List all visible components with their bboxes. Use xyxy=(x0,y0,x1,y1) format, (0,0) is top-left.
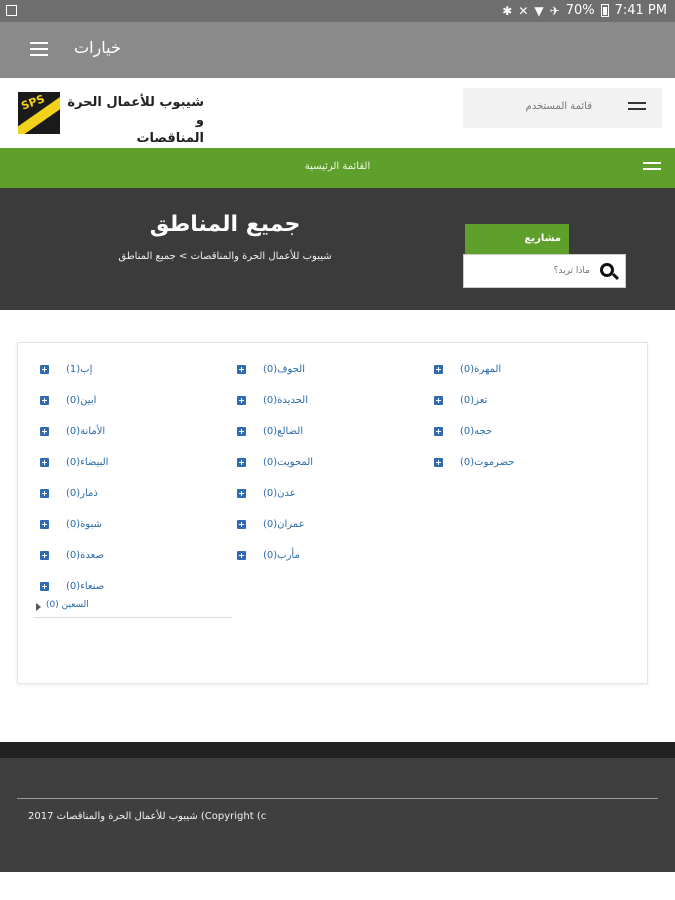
regions-column-2: الجوف(0) الحديدة(0) الضالع(0) المحويت(0) عدن… xyxy=(233,361,423,578)
page-hero: جميع المناطق شيبوب للأعمال الحرة والمناق… xyxy=(0,188,675,310)
brand-line-2: المناقصات xyxy=(136,131,204,146)
footer-divider xyxy=(17,798,658,799)
projects-tab[interactable]: مشاريع xyxy=(465,224,569,254)
region-link[interactable]: المحويت(0) xyxy=(263,457,313,468)
expand-plus-icon[interactable] xyxy=(40,458,49,467)
wifi-icon: ▼ xyxy=(534,3,544,18)
breadcrumb[interactable]: شيبوب للأعمال الحرة والمناقصات > جميع ال… xyxy=(100,251,350,262)
site-header: SPS شيبوب للأعمال الحرة و المناقصات قائم… xyxy=(0,78,675,148)
region-link[interactable]: ذمار(0) xyxy=(66,488,98,499)
region-item[interactable]: صعدة(0) xyxy=(36,547,226,578)
expand-plus-icon[interactable] xyxy=(40,396,49,405)
airplane-icon: ✈ xyxy=(549,3,560,18)
region-item[interactable]: مأرب(0) xyxy=(233,547,423,578)
notification-icon xyxy=(6,5,17,16)
expand-plus-icon[interactable] xyxy=(40,427,49,436)
battery-icon xyxy=(600,4,609,17)
bluetooth-icon: ✱ xyxy=(502,3,513,18)
regions-column-3: المهرة(0) تعز(0) حجه(0) حضرموت(0) xyxy=(430,361,620,485)
region-link[interactable]: صعدة(0) xyxy=(66,550,104,561)
region-item[interactable]: حضرموت(0) xyxy=(430,454,620,485)
region-item[interactable]: البيضاء(0) xyxy=(36,454,226,485)
brand-line-1: شيبوب للأعمال الحرة و xyxy=(67,95,204,128)
expand-plus-icon[interactable] xyxy=(434,396,443,405)
clock: 7:41 PM xyxy=(614,3,667,18)
expand-plus-icon[interactable] xyxy=(237,458,246,467)
regions-card: إب(1) ابين(0) الأمانة(0) البيضاء(0) ذمار(0) ش… xyxy=(17,342,648,684)
search-input[interactable] xyxy=(470,262,590,280)
region-link[interactable]: الحديدة(0) xyxy=(263,395,308,406)
region-link[interactable]: إب(1) xyxy=(66,364,92,375)
user-menu-button[interactable]: قائمة المستخدم xyxy=(463,88,662,128)
app-title: خيارات xyxy=(74,38,121,57)
expand-plus-icon[interactable] xyxy=(237,365,246,374)
main-menu-bar[interactable]: القائمة الرئيسية xyxy=(0,148,675,188)
footer-band xyxy=(0,742,675,758)
expand-plus-icon[interactable] xyxy=(40,582,49,591)
region-item[interactable]: الضالع(0) xyxy=(233,423,423,454)
region-item[interactable]: ذمار(0) xyxy=(36,485,226,516)
region-link[interactable]: عدن(0) xyxy=(263,488,296,499)
main-menu-label: القائمة الرئيسية xyxy=(304,161,371,172)
region-link[interactable]: الأمانة(0) xyxy=(66,426,105,437)
regions-column-1: إب(1) ابين(0) الأمانة(0) البيضاء(0) ذمار(0) ش… xyxy=(36,361,226,609)
region-item[interactable]: إب(1) xyxy=(36,361,226,392)
caret-right-icon xyxy=(36,603,41,611)
user-menu-label: قائمة المستخدم xyxy=(525,101,592,112)
brand-name[interactable]: شيبوب للأعمال الحرة و المناقصات xyxy=(58,94,204,148)
mute-icon: ✕ xyxy=(518,3,529,18)
site-logo[interactable]: SPS xyxy=(18,92,60,134)
region-item[interactable]: عدن(0) xyxy=(233,485,423,516)
region-link[interactable]: مأرب(0) xyxy=(263,550,300,561)
page-title: جميع المناطق xyxy=(149,212,301,237)
expand-plus-icon[interactable] xyxy=(40,551,49,560)
expand-plus-icon[interactable] xyxy=(40,520,49,529)
region-item[interactable]: تعز(0) xyxy=(430,392,620,423)
search-icon[interactable] xyxy=(600,263,614,277)
hamburger-icon xyxy=(628,102,646,114)
more-regions-label: السعين (0) xyxy=(46,600,89,610)
region-link[interactable]: صنعاء(0) xyxy=(66,581,104,592)
expand-plus-icon[interactable] xyxy=(434,365,443,374)
region-link[interactable]: حجه(0) xyxy=(460,426,492,437)
copyright: 2017 شيبوب للأعمال الحرة والمناقصات (Cop… xyxy=(28,811,267,822)
region-link[interactable]: عمران(0) xyxy=(263,519,305,530)
region-link[interactable]: شبوة(0) xyxy=(66,519,102,530)
region-link[interactable]: المهرة(0) xyxy=(460,364,501,375)
region-item[interactable]: المحويت(0) xyxy=(233,454,423,485)
expand-plus-icon[interactable] xyxy=(434,427,443,436)
region-item[interactable]: المهرة(0) xyxy=(430,361,620,392)
expand-plus-icon[interactable] xyxy=(237,427,246,436)
region-item[interactable]: ابين(0) xyxy=(36,392,226,423)
app-bar: خيارات xyxy=(0,22,675,78)
region-link[interactable]: الجوف(0) xyxy=(263,364,305,375)
region-item[interactable]: الجوف(0) xyxy=(233,361,423,392)
expand-plus-icon[interactable] xyxy=(237,489,246,498)
region-link[interactable]: ابين(0) xyxy=(66,395,96,406)
site-footer: 2017 شيبوب للأعمال الحرة والمناقصات (Cop… xyxy=(0,742,675,872)
region-item[interactable]: عمران(0) xyxy=(233,516,423,547)
region-link[interactable]: تعز(0) xyxy=(460,395,487,406)
status-bar: ✱ ✕ ▼ ✈ 70% 7:41 PM xyxy=(0,0,675,22)
projects-tab-label: مشاريع xyxy=(524,233,561,244)
region-link[interactable]: البيضاء(0) xyxy=(66,457,108,468)
search-box[interactable] xyxy=(463,254,626,288)
expand-plus-icon[interactable] xyxy=(237,396,246,405)
expand-plus-icon[interactable] xyxy=(40,365,49,374)
expand-plus-icon[interactable] xyxy=(237,520,246,529)
region-item[interactable]: الحديدة(0) xyxy=(233,392,423,423)
expand-plus-icon[interactable] xyxy=(434,458,443,467)
region-link[interactable]: حضرموت(0) xyxy=(460,457,515,468)
region-item[interactable]: حجه(0) xyxy=(430,423,620,454)
region-item[interactable]: شبوة(0) xyxy=(36,516,226,547)
more-regions[interactable]: السعين (0) xyxy=(34,600,232,618)
menu-icon[interactable] xyxy=(30,42,48,56)
region-link[interactable]: الضالع(0) xyxy=(263,426,303,437)
battery-percent: 70% xyxy=(565,3,595,18)
region-item[interactable]: الأمانة(0) xyxy=(36,423,226,454)
expand-plus-icon[interactable] xyxy=(40,489,49,498)
expand-plus-icon[interactable] xyxy=(237,551,246,560)
hamburger-icon[interactable] xyxy=(643,162,661,174)
